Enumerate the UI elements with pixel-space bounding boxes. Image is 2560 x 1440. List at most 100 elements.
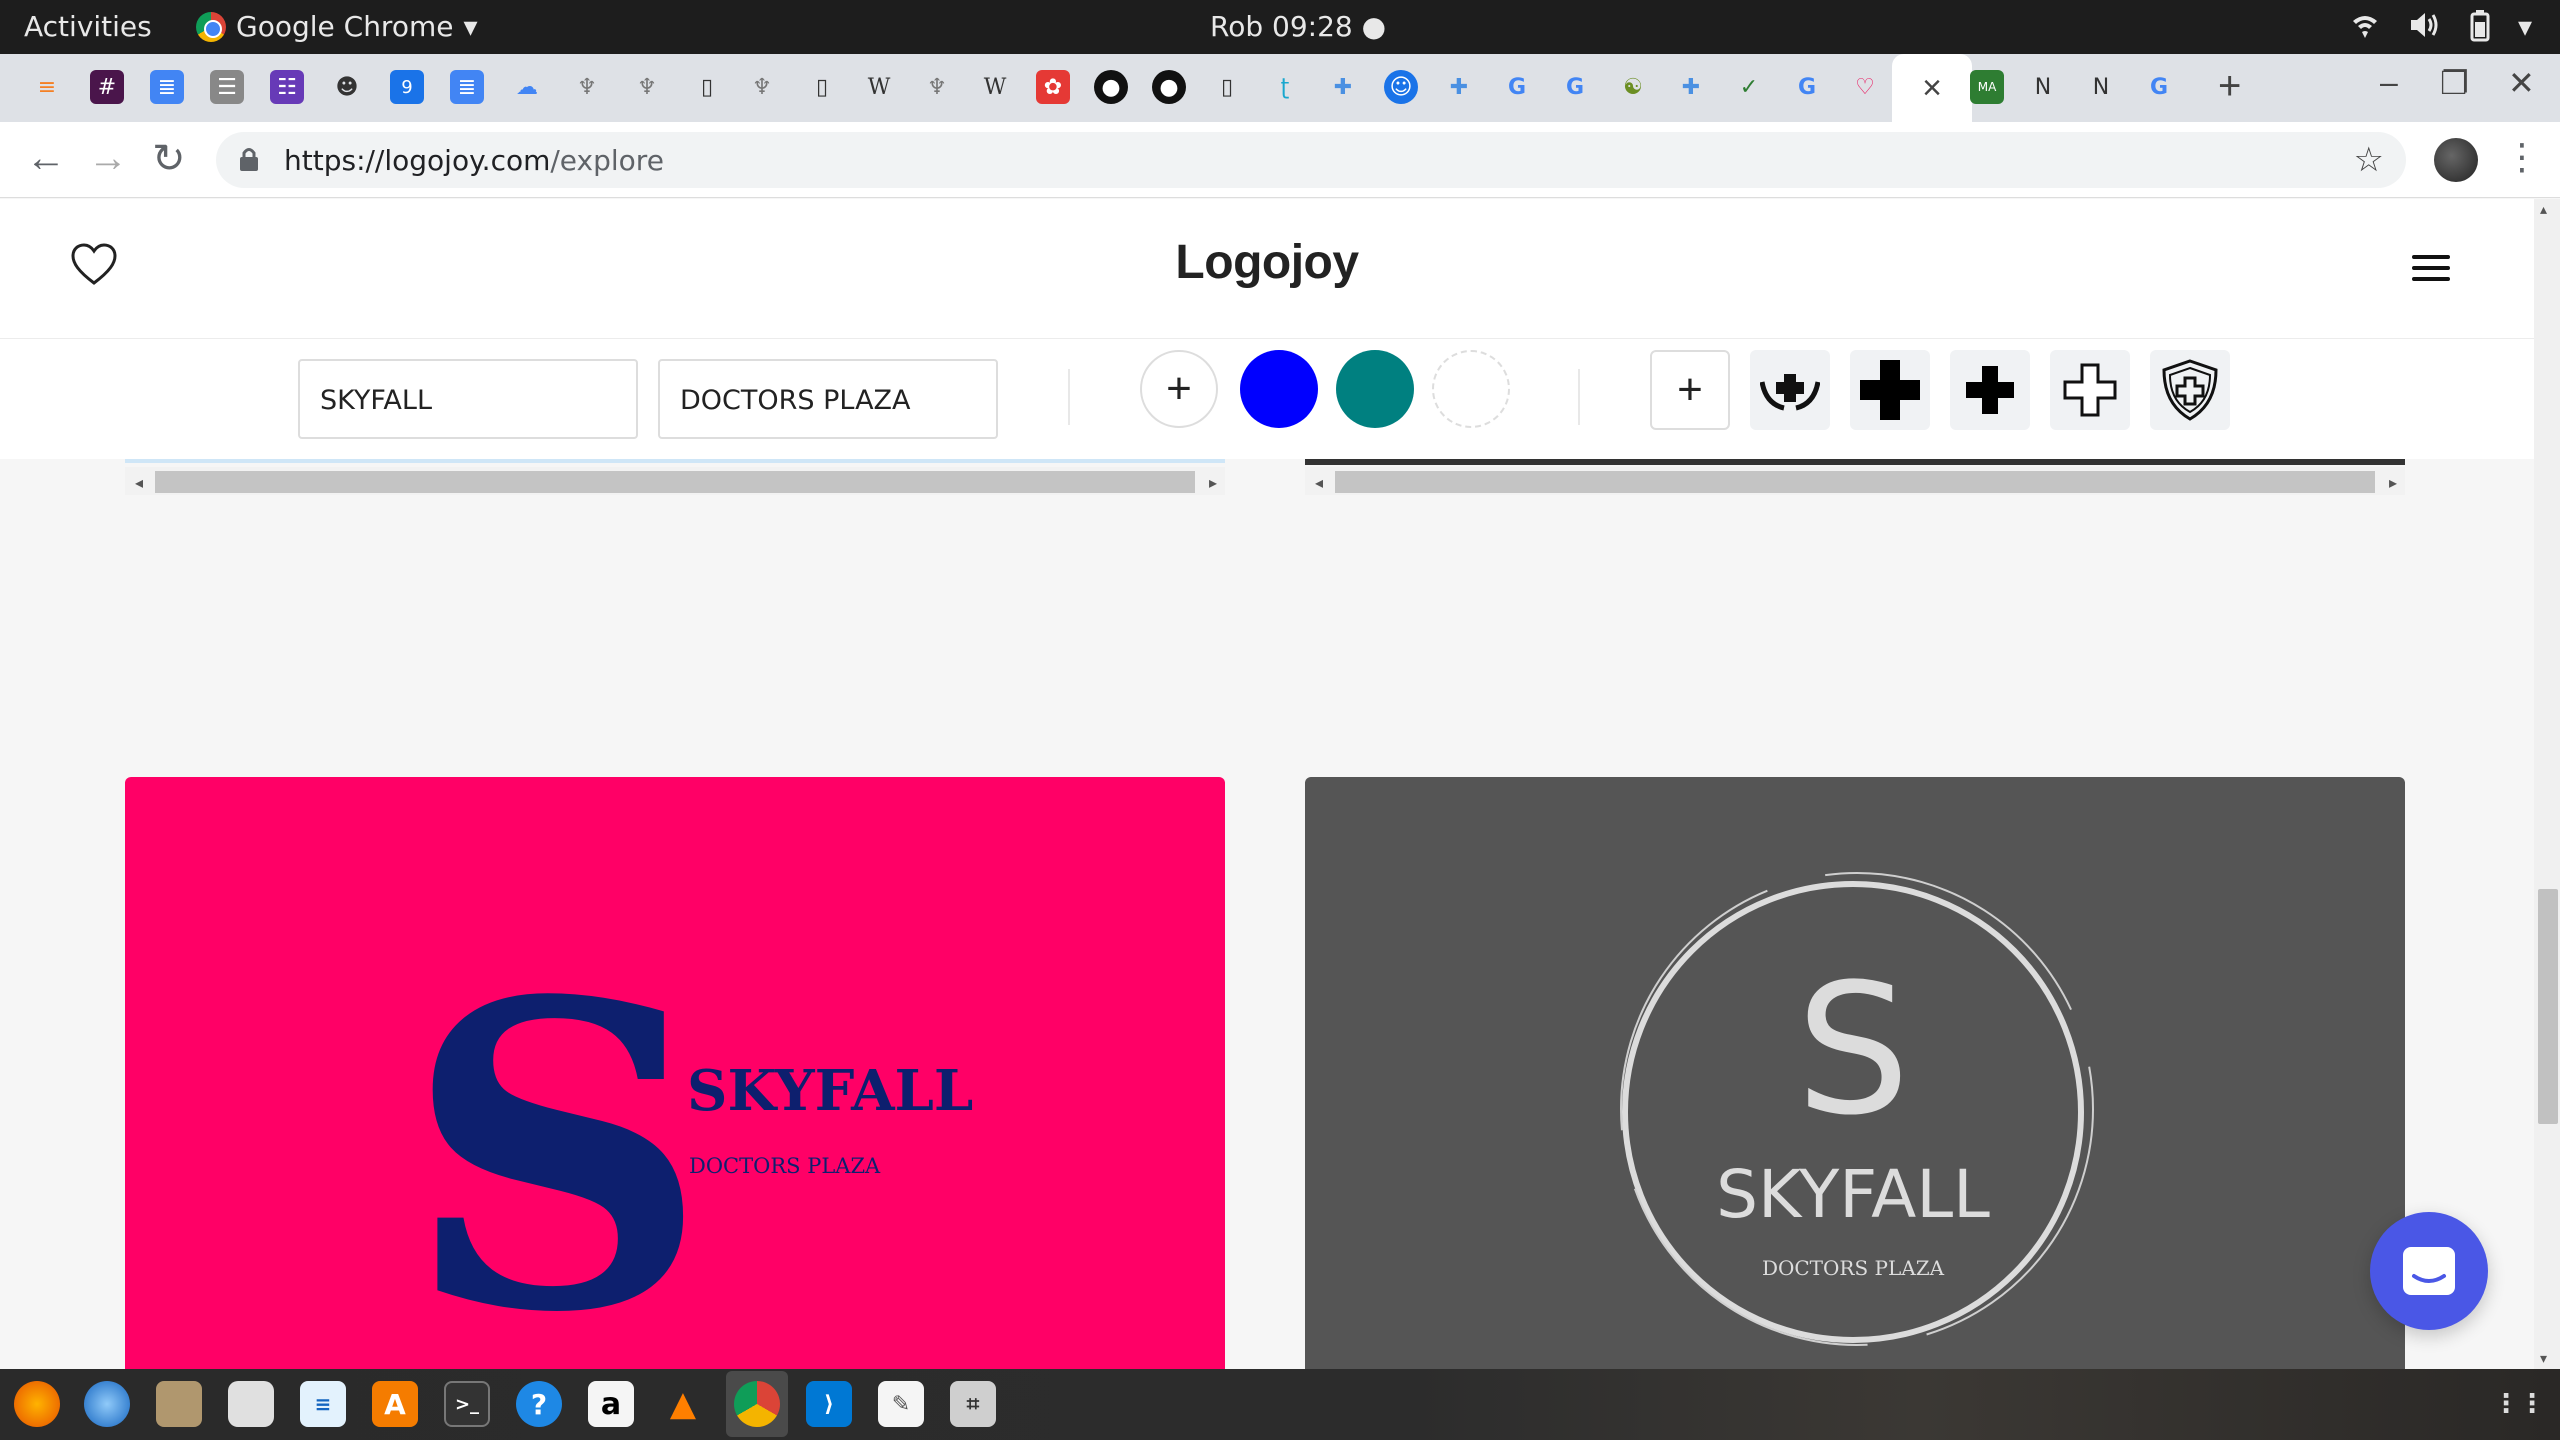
screenshot-icon[interactable]: ⌗	[950, 1381, 996, 1427]
symbol-option[interactable]	[2050, 350, 2130, 430]
company-name-input[interactable]: SKYFALL	[298, 359, 638, 439]
color-swatch-blue[interactable]	[1240, 350, 1318, 428]
symbol-option[interactable]	[1950, 350, 2030, 430]
logo-name: SKYFALL	[687, 1058, 973, 1124]
url-text[interactable]: https://logojoy.com/explore	[284, 144, 664, 177]
site-logo[interactable]: Logojoy	[0, 235, 2534, 290]
reload-icon[interactable]: ↻	[152, 136, 186, 182]
card-scrollbar[interactable]: ◂ ▸	[125, 467, 1225, 495]
page-icon[interactable]: ▯	[690, 70, 724, 104]
calendar-icon[interactable]: 9	[390, 70, 424, 104]
chrome-icon	[196, 11, 226, 42]
contacts-icon[interactable]: ☺	[1384, 70, 1418, 104]
page-icon[interactable]: ▯	[1210, 70, 1244, 104]
firefox-icon[interactable]	[14, 1381, 60, 1427]
forms-icon[interactable]: ☷	[270, 70, 304, 104]
tree-icon[interactable]: ♆	[745, 70, 779, 104]
files-icon[interactable]	[156, 1381, 202, 1427]
add-color-button[interactable]: +	[1140, 350, 1218, 428]
check-icon[interactable]: ✓	[1732, 70, 1766, 104]
plus-icon[interactable]: ✚	[1442, 70, 1476, 104]
vlc-icon[interactable]: ▲	[660, 1381, 706, 1427]
software-icon[interactable]: A	[372, 1381, 418, 1427]
google-icon[interactable]: G	[2142, 70, 2176, 104]
tp-icon[interactable]: ʈ	[1268, 70, 1302, 104]
tree-icon[interactable]: ♆	[630, 70, 664, 104]
slogan-input[interactable]: DOCTORS PLAZA	[658, 359, 998, 439]
more-menu-icon[interactable]: ⋮	[2504, 136, 2540, 178]
profile-avatar[interactable]	[2434, 138, 2478, 182]
notion-icon[interactable]: N	[2084, 70, 2118, 104]
divider	[1578, 369, 1580, 425]
bookmark-star-icon[interactable]: ☆	[2354, 140, 2384, 180]
plus-icon[interactable]: ✚	[1326, 70, 1360, 104]
page-icon[interactable]: ▯	[805, 70, 839, 104]
system-indicators[interactable]: ▾	[2350, 10, 2532, 43]
app-menu[interactable]: Google Chrome ▾	[196, 10, 478, 43]
clock[interactable]: Rob 09:28 ●	[1210, 10, 1386, 43]
minimize-icon[interactable]: –	[2380, 64, 2398, 101]
avatar-icon[interactable]: ☻	[330, 70, 364, 104]
terminal-icon[interactable]: >_	[444, 1381, 490, 1427]
page-scrollbar[interactable]: ▴ ▾	[2534, 199, 2560, 1369]
amazon-icon[interactable]: a	[588, 1381, 634, 1427]
openai-icon[interactable]: ✿	[1036, 70, 1070, 104]
github-icon[interactable]: ●	[1094, 70, 1128, 104]
cloud-icon[interactable]: ☁	[510, 70, 544, 104]
tree-icon[interactable]: ♆	[920, 70, 954, 104]
restore-icon[interactable]: ❐	[2440, 64, 2469, 102]
plus-icon[interactable]: ✚	[1674, 70, 1708, 104]
ma-soko-icon[interactable]: MA	[1970, 70, 2004, 104]
help-icon[interactable]: ?	[516, 1381, 562, 1427]
writer-icon[interactable]: ≡	[300, 1381, 346, 1427]
slack-icon[interactable]: #	[90, 70, 124, 104]
google-icon[interactable]: G	[1558, 70, 1592, 104]
active-tab[interactable]: ×	[1892, 54, 1972, 122]
activities-button[interactable]: Activities	[24, 10, 152, 43]
rhythmbox-icon[interactable]	[228, 1381, 274, 1427]
scroll-up-icon[interactable]: ▴	[2540, 201, 2547, 218]
heart-icon[interactable]: ♡	[1848, 70, 1882, 104]
logo-card[interactable]: S SKYFALL DOCTORS PLAZA	[1305, 777, 2405, 1369]
symbol-option[interactable]	[2150, 350, 2230, 430]
logo-tagline: DOCTORS PLAZA	[1762, 1256, 1945, 1280]
address-bar[interactable]: https://logojoy.com/explore ☆	[216, 132, 2406, 188]
docs-icon[interactable]: ≣	[450, 70, 484, 104]
wikipedia-icon[interactable]: W	[978, 70, 1012, 104]
swirl-icon[interactable]: ☯	[1616, 70, 1650, 104]
add-symbol-button[interactable]: +	[1650, 350, 1730, 430]
google-icon[interactable]: G	[1500, 70, 1534, 104]
scrollbar-thumb[interactable]	[2538, 889, 2558, 1124]
color-swatch-teal[interactable]	[1336, 350, 1414, 428]
text-editor-icon[interactable]: ✎	[878, 1381, 924, 1427]
show-apps-icon[interactable]: ⋮⋮	[2493, 1381, 2545, 1427]
close-icon[interactable]: ×	[1922, 69, 1942, 108]
divider	[1068, 369, 1070, 425]
sheets-icon[interactable]: ☰	[210, 70, 244, 104]
thunderbird-icon[interactable]	[84, 1381, 130, 1427]
wikipedia-icon[interactable]: W	[862, 70, 896, 104]
close-window-icon[interactable]: ✕	[2508, 64, 2535, 102]
logo-name: SKYFALL	[1716, 1156, 1990, 1233]
scroll-down-icon[interactable]: ▾	[2540, 1350, 2547, 1367]
back-icon[interactable]: ←	[26, 136, 66, 181]
github-icon[interactable]: ●	[1152, 70, 1186, 104]
google-icon[interactable]: G	[1790, 70, 1824, 104]
shield-cross-icon	[2162, 359, 2218, 421]
logo-card[interactable]: S SKYFALL DOCTORS PLAZA	[125, 777, 1225, 1369]
docs-icon[interactable]: ≣	[150, 70, 184, 104]
symbol-option[interactable]	[1850, 350, 1930, 430]
forward-icon[interactable]: →	[88, 136, 128, 181]
color-swatch-white[interactable]	[1432, 350, 1510, 428]
stackoverflow-icon[interactable]: ≡	[30, 70, 64, 104]
chrome-icon[interactable]	[734, 1381, 780, 1427]
symbol-option[interactable]	[1750, 350, 1830, 430]
card-scrollbar[interactable]: ◂ ▸	[1305, 467, 2405, 495]
url-path: /explore	[550, 144, 664, 177]
hamburger-menu-icon[interactable]	[2412, 255, 2450, 288]
vscode-icon[interactable]: ⟩	[806, 1381, 852, 1427]
new-tab-button[interactable]: +	[2218, 64, 2241, 109]
notion-icon[interactable]: N	[2026, 70, 2060, 104]
tree-icon[interactable]: ♆	[570, 70, 604, 104]
chat-launcher-button[interactable]	[2370, 1212, 2488, 1330]
